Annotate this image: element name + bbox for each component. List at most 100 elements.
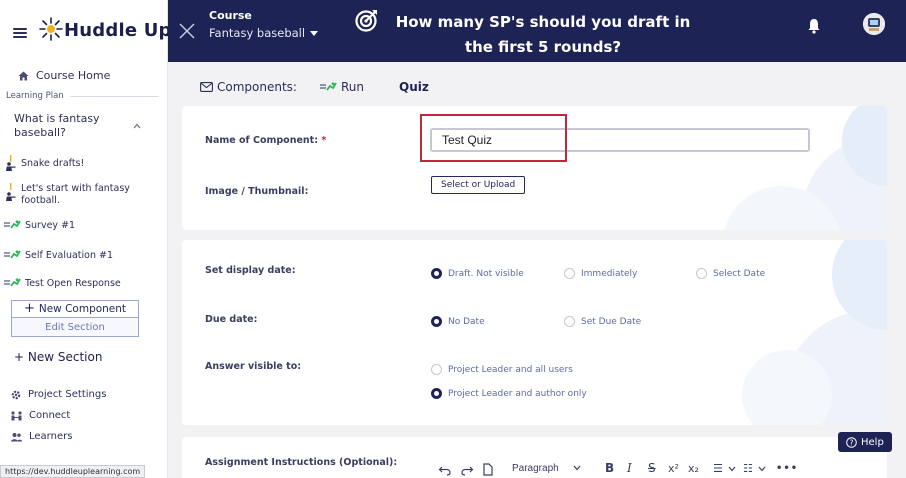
section-what-is-fantasy-baseball[interactable]: What is fantasy baseball? <box>6 111 156 149</box>
component-name-value: Test Quiz <box>442 133 493 147</box>
sidebar-learners[interactable]: Learners <box>11 431 72 442</box>
radio-dot <box>564 268 575 279</box>
superscript-button[interactable]: x² <box>668 458 679 478</box>
radio-dot <box>431 364 442 375</box>
edit-section-button[interactable]: Edit Section <box>11 318 139 337</box>
answer-visible-label: Answer visible to: <box>205 361 302 372</box>
block-format-value: Paragraph <box>512 462 559 474</box>
name-label-text: Name of Component: <box>205 135 319 146</box>
strikethrough-button[interactable]: S <box>648 458 656 478</box>
sidebar-item-label: Let's start with fantasy football. <box>21 183 130 206</box>
numbered-list-button[interactable]: ☷ <box>743 458 753 478</box>
sidebar-item-label: Self Evaluation #1 <box>25 250 114 261</box>
help-label: Help <box>861 436 884 448</box>
radio-dot <box>431 268 442 279</box>
new-component-label: New Component <box>38 303 127 315</box>
bold-button[interactable]: B <box>605 458 614 478</box>
radio-no-date[interactable]: No Date <box>431 316 485 327</box>
chevron-down-icon[interactable] <box>728 458 736 478</box>
brand-area: Huddle Up <box>0 0 171 62</box>
select-or-upload-button[interactable]: Select or Upload <box>431 176 526 194</box>
learners-label: Learners <box>29 431 73 442</box>
name-of-component-label: Name of Component: * <box>205 135 326 146</box>
due-date-label: Due date: <box>205 314 258 325</box>
more-options-icon[interactable]: ••• <box>776 458 798 478</box>
tab-components-label: Components: <box>217 80 297 94</box>
bullet-list-button[interactable]: ☰ <box>713 458 723 478</box>
radio-set-due-date[interactable]: Set Due Date <box>564 316 641 327</box>
radio-immediately[interactable]: Immediately <box>564 268 637 279</box>
radio-label: Draft. Not visible <box>448 268 524 279</box>
radio-project-leader-author-only[interactable]: Project Leader and author only <box>431 388 587 399</box>
radio-label: No Date <box>448 316 485 327</box>
radio-dot <box>431 316 442 327</box>
new-section-button[interactable]: + New Section <box>14 350 102 364</box>
logo-burst-icon <box>39 17 63 41</box>
sidebar-item-survey-1[interactable]: Survey #1 <box>4 220 75 232</box>
divider <box>70 96 158 97</box>
tab-components[interactable]: Components: <box>200 80 297 94</box>
sidebar-item-label: Snake drafts! <box>21 158 85 169</box>
course-select[interactable]: Fantasy baseball <box>209 26 319 40</box>
chevron-down-icon <box>573 465 581 471</box>
edit-section-label: Edit Section <box>45 321 105 333</box>
connect-icon <box>11 410 22 420</box>
hamburger-menu-icon[interactable] <box>13 28 27 38</box>
editor-toolbar: Paragraph B I S x² x₂ ☰ ☷ ••• <box>430 458 810 478</box>
run-icon <box>4 220 21 229</box>
learning-plan-label: Learning Plan <box>6 91 64 101</box>
home-icon <box>18 71 29 80</box>
gear-icon <box>11 390 21 399</box>
sidebar-item-fantasy-football[interactable]: Let's start with fantasy football. <box>5 181 131 207</box>
tab-run[interactable]: Run <box>320 80 364 94</box>
radio-project-leader-all-users[interactable]: Project Leader and all users <box>431 364 573 375</box>
logo-text: Huddle Up <box>64 20 172 41</box>
radio-label: Immediately <box>581 268 638 279</box>
top-bar: Course Fantasy baseball How many SP's sh… <box>168 0 906 62</box>
help-button[interactable]: ? Help <box>838 432 892 452</box>
close-icon[interactable] <box>178 22 196 40</box>
block-format-select[interactable]: Paragraph <box>512 458 581 478</box>
status-bar-url: https://dev.huddleuplearning.com <box>0 465 146 478</box>
image-thumbnail-label: Image / Thumbnail: <box>205 186 309 197</box>
course-label: Course <box>209 9 252 22</box>
chevron-down-icon[interactable] <box>758 458 766 478</box>
svg-text:?: ? <box>850 438 854 447</box>
component-name-input[interactable]: Test Quiz <box>430 128 810 152</box>
sidebar-connect[interactable]: Connect <box>11 410 70 421</box>
sidebar-course-home[interactable]: Course Home <box>18 69 110 82</box>
sidebar-item-label: Survey #1 <box>25 220 76 231</box>
course-name: Fantasy baseball <box>209 26 306 40</box>
teacher-icon <box>6 155 16 171</box>
users-icon <box>11 432 22 441</box>
teacher-icon <box>6 183 16 201</box>
caret-down-icon <box>310 30 319 36</box>
bell-icon[interactable] <box>807 18 821 34</box>
radio-draft-not-visible[interactable]: Draft. Not visible <box>431 268 524 279</box>
radio-select-date[interactable]: Select Date <box>696 268 765 279</box>
run-icon <box>4 278 21 287</box>
plus-icon: + <box>23 301 35 316</box>
sidebar-item-label: Test Open Response <box>25 278 121 289</box>
chevron-up-icon[interactable] <box>133 123 141 129</box>
connect-label: Connect <box>29 410 71 421</box>
section-title: What is fantasy baseball? <box>14 112 100 139</box>
subscript-button[interactable]: x₂ <box>688 458 699 478</box>
undo-icon[interactable] <box>438 458 452 478</box>
sidebar-project-settings[interactable]: Project Settings <box>11 389 106 400</box>
sidebar-item-snake-drafts[interactable]: Snake drafts! <box>5 155 84 171</box>
sidebar-item-self-evaluation-1[interactable]: Self Evaluation #1 <box>4 250 113 262</box>
project-settings-label: Project Settings <box>28 389 107 400</box>
radio-dot <box>431 388 442 399</box>
user-avatar[interactable] <box>863 13 885 35</box>
course-home-label: Course Home <box>36 69 111 82</box>
tab-quiz[interactable]: Quiz <box>399 80 429 94</box>
sidebar-item-test-open-response[interactable]: Test Open Response <box>4 278 121 290</box>
huddle-up-logo[interactable]: Huddle Up <box>38 14 171 48</box>
redo-icon[interactable] <box>460 458 474 478</box>
italic-button[interactable]: I <box>627 458 632 478</box>
new-component-button[interactable]: + New Component <box>11 300 139 318</box>
set-display-date-label: Set display date: <box>205 265 296 276</box>
radio-label: Set Due Date <box>581 316 642 327</box>
document-icon[interactable] <box>482 458 494 478</box>
